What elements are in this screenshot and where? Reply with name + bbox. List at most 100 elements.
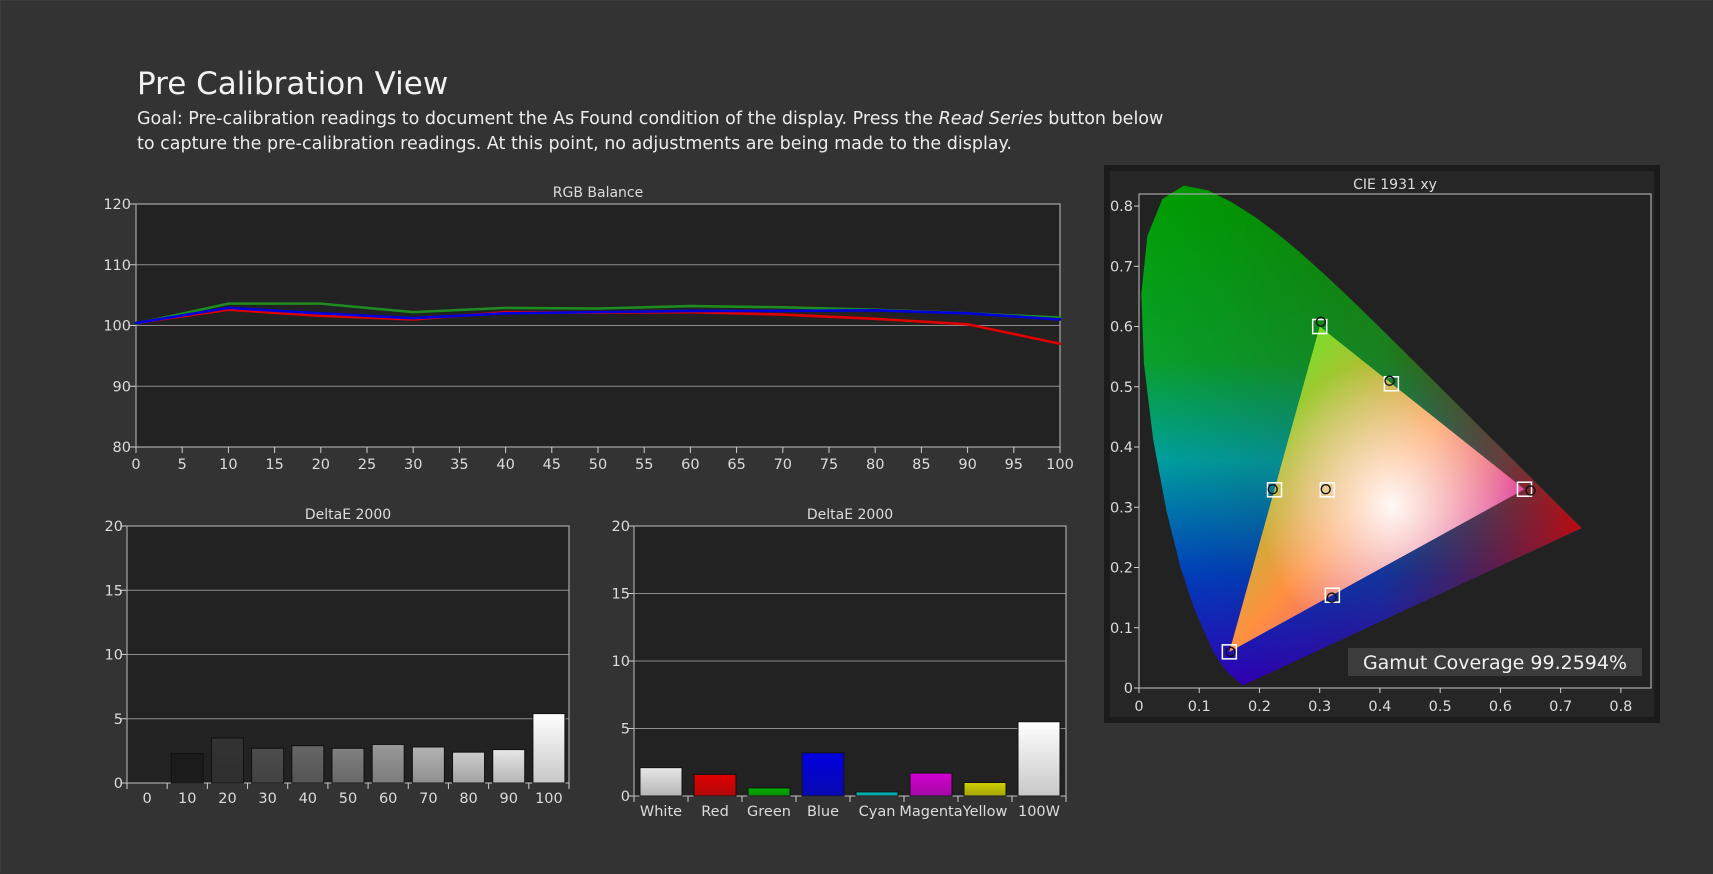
rgb-balance-xtick-label: 5	[178, 457, 187, 473]
deltae-category-label: Red	[701, 804, 729, 820]
deltae-bar	[170, 752, 204, 784]
deltae-category-label: 100	[535, 791, 563, 807]
rgb-balance-xtick-label: 40	[496, 457, 514, 473]
cie-xtick-label: 0.4	[1368, 699, 1391, 715]
rgb-balance-data-point	[227, 306, 230, 310]
cie-ytick-label: 0.8	[1110, 199, 1133, 215]
rgb-balance-title: RGB Balance	[553, 185, 643, 201]
deltae-bar	[210, 737, 244, 784]
deltae-ytick-label: 20	[612, 519, 630, 535]
deltae-ytick-label: 10	[105, 648, 123, 664]
rgb-balance-data-point	[319, 314, 323, 318]
deltae-category-label: Green	[747, 804, 791, 820]
rgb-balance-data-point	[689, 304, 692, 308]
cie-ytick-label: 0.4	[1110, 440, 1133, 456]
deltae-bar	[251, 747, 285, 784]
rgb-balance-data-point	[134, 321, 138, 325]
rgb-balance-xtick-label: 35	[450, 457, 468, 473]
rgb-balance-xtick-label: 85	[912, 457, 930, 473]
deltae-bar	[855, 791, 899, 797]
deltae-category-label: 0	[142, 791, 151, 807]
rgb-balance-data-point	[411, 310, 415, 314]
deltae-bar	[291, 745, 325, 784]
cie-ytick-label: 0	[1124, 681, 1133, 697]
deltae-ytick-label: 0	[621, 789, 630, 805]
deltae-ytick-label: 20	[105, 519, 123, 535]
deltae-ytick-label: 5	[621, 722, 630, 738]
rgb-balance-group: 80 90 100 110 120 0 5 10 15 20 25 30 35 40 45 50 55 60 65 7…	[103, 185, 1074, 473]
gamut-coverage-label: Gamut Coverage 99.2594%	[1363, 652, 1627, 674]
deltae-bar	[639, 767, 683, 797]
rgb-balance-xtick-label: 90	[958, 457, 976, 473]
deltae-bar	[371, 743, 405, 784]
deltae-bar	[492, 749, 526, 784]
rgb-balance-chart: 80901001101200 5 10 15 20 25 30 35 40 45 50 55 60 65 7…	[103, 165, 1660, 820]
rgb-balance-data-point	[873, 309, 877, 312]
deltae-bar	[1017, 721, 1061, 797]
deltae-bar	[452, 751, 486, 784]
deltae-category-label: 40	[299, 791, 317, 807]
rgb-balance-data-point	[227, 302, 230, 305]
deltae-bar	[801, 752, 845, 797]
deltae-bar	[532, 713, 566, 784]
deltae-category-label: 100W	[1018, 804, 1060, 820]
cie-ytick-label: 0.1	[1110, 621, 1133, 637]
deltae-category-label: Magenta	[899, 804, 962, 820]
rgb-balance-xtick-label: 70	[774, 457, 792, 473]
rgb-balance-xtick-label: 50	[589, 457, 607, 473]
deltae-ytick-label: 0	[114, 776, 123, 792]
rgb-balance-data-point	[966, 312, 969, 315]
deltae-title: DeltaE 2000	[305, 507, 391, 523]
rgb-balance-xtick-label: 95	[1005, 457, 1023, 473]
deltae-bar	[909, 772, 953, 797]
rgb-balance-xtick-label: 45	[543, 457, 561, 473]
rgb-balance-xtick-label: 30	[404, 457, 422, 473]
rgb-balance-data-point	[966, 322, 969, 326]
cie-xtick-label: 0.3	[1308, 699, 1331, 715]
rgb-balance-data-point	[596, 310, 600, 314]
cie-ytick-label: 0.2	[1110, 561, 1133, 577]
deltae-category-label: Yellow	[962, 804, 1008, 820]
deltae-bar	[411, 746, 445, 784]
rgb-balance-xtick-label: 60	[681, 457, 699, 473]
cie-xtick-label: 0.5	[1429, 699, 1452, 715]
rgb-balance-data-point	[781, 309, 785, 313]
rgb-balance-data-point	[596, 307, 600, 310]
rgb-balance-data-point	[319, 302, 323, 305]
deltae-title: DeltaE 2000	[807, 507, 893, 523]
rgb-balance-xtick-label: 100	[1046, 457, 1074, 473]
deltae-bar	[747, 787, 791, 797]
cie-xtick-label: 0.2	[1248, 699, 1271, 715]
deltae-bar	[693, 773, 737, 797]
rgb-balance-data-point	[411, 316, 415, 320]
rgb-balance-data-point	[781, 313, 785, 316]
rgb-balance-ytick-label: 110	[103, 258, 131, 274]
deltae-category-label: 80	[459, 791, 477, 807]
rgb-balance-xtick-label: 0	[131, 457, 140, 473]
deltae-bar	[331, 747, 365, 784]
deltae-chart-1: 0 5 10 15 20 DeltaE 2000 0 10 20 30 40 50 60 70 80 90 10…	[105, 507, 570, 807]
rgb-balance-xtick-label: 10	[219, 457, 237, 473]
rgb-balance-xtick-label: 25	[358, 457, 376, 473]
deltae-category-label: 70	[419, 791, 437, 807]
rgb-balance-ytick-label: 120	[103, 197, 131, 213]
deltae-category-label: 10	[178, 791, 196, 807]
cie-title: CIE 1931 xy	[1353, 177, 1437, 193]
deltae-category-label: 30	[258, 791, 276, 807]
deltae-bar	[963, 782, 1007, 797]
rgb-balance-data-point	[504, 306, 507, 310]
deltae-category-label: 50	[339, 791, 357, 807]
cie-xtick-label: 0.1	[1188, 699, 1211, 715]
deltae-chart-2: 0 5 10 15 20 DeltaE 2000 White Red Green Blue Cyan…	[612, 507, 1067, 820]
cie-chart-group: CIE 1931 xy 0 0.1 0.2 0.3 0.4 0.5 0.6 0.7 0.8 0 0.1…	[1110, 177, 1652, 715]
rgb-balance-xtick-label: 65	[727, 457, 745, 473]
deltae-category-label: 90	[500, 791, 518, 807]
cie-xtick-label: 0.6	[1489, 699, 1512, 715]
deltae-ytick-label: 5	[114, 712, 123, 728]
rgb-balance-xtick-label: 80	[866, 457, 884, 473]
deltae-category-label: 60	[379, 791, 397, 807]
rgb-balance-xtick-label: 75	[820, 457, 838, 473]
deltae-category-label: Cyan	[859, 804, 896, 820]
rgb-balance-data-point	[319, 312, 323, 315]
rgb-balance-data-point	[1058, 318, 1062, 321]
